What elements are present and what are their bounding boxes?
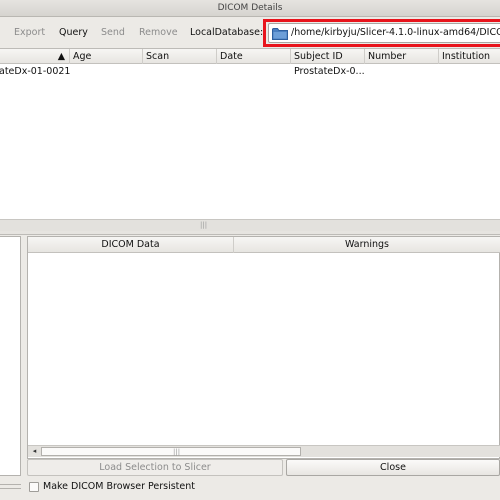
details-header: DICOM Data Warnings xyxy=(28,237,500,253)
column-header-number[interactable]: Number xyxy=(364,49,438,64)
persistent-label: Make DICOM Browser Persistent xyxy=(43,481,195,492)
table-row[interactable]: ateDx-01-0021 ProstateDx-0... xyxy=(0,65,500,79)
persistent-checkbox[interactable] xyxy=(29,482,39,492)
left-panel xyxy=(0,236,21,476)
column-header-age[interactable]: Age xyxy=(69,49,142,64)
details-hscrollbar[interactable]: ◂ ||| xyxy=(28,445,500,457)
close-button[interactable]: Close xyxy=(286,459,500,476)
column-header-institution[interactable]: Institution xyxy=(438,49,500,64)
window-titlebar: DICOM Details xyxy=(0,0,500,17)
scrollbar-grip: ||| xyxy=(173,448,181,456)
scrollbar-grip: ||| xyxy=(200,221,208,229)
sort-indicator-icon[interactable]: ▲ xyxy=(0,49,69,64)
load-selection-button[interactable]: Load Selection to Slicer xyxy=(27,459,283,476)
row-subject-id-cell: ProstateDx-0... xyxy=(294,66,365,77)
dicom-details-panel[interactable] xyxy=(27,236,500,459)
study-table-hscrollbar[interactable]: ||| xyxy=(0,219,500,231)
left-panel-grip[interactable] xyxy=(0,484,21,489)
study-table-header: ▲ Age Scan Date Subject ID Number Instit… xyxy=(0,49,500,64)
query-button[interactable]: Query xyxy=(59,26,88,40)
column-header-dicom-data[interactable]: DICOM Data xyxy=(28,237,234,253)
scroll-left-arrow-icon[interactable]: ◂ xyxy=(30,447,39,456)
localdb-label: LocalDatabase: xyxy=(190,27,264,38)
column-header-scan[interactable]: Scan xyxy=(142,49,216,64)
row-name-cell: ateDx-01-0021 xyxy=(0,66,71,77)
highlight-box xyxy=(263,19,500,47)
export-button[interactable]: Export xyxy=(14,26,45,40)
scrollbar-thumb[interactable]: ||| xyxy=(41,447,301,456)
window-title: DICOM Details xyxy=(217,3,283,13)
column-header-date[interactable]: Date xyxy=(216,49,290,64)
remove-button[interactable]: Remove xyxy=(139,26,178,40)
splitter-handle[interactable] xyxy=(0,231,500,235)
column-header-warnings[interactable]: Warnings xyxy=(234,237,500,253)
send-button[interactable]: Send xyxy=(101,26,125,40)
column-header-subject-id[interactable]: Subject ID xyxy=(290,49,364,64)
